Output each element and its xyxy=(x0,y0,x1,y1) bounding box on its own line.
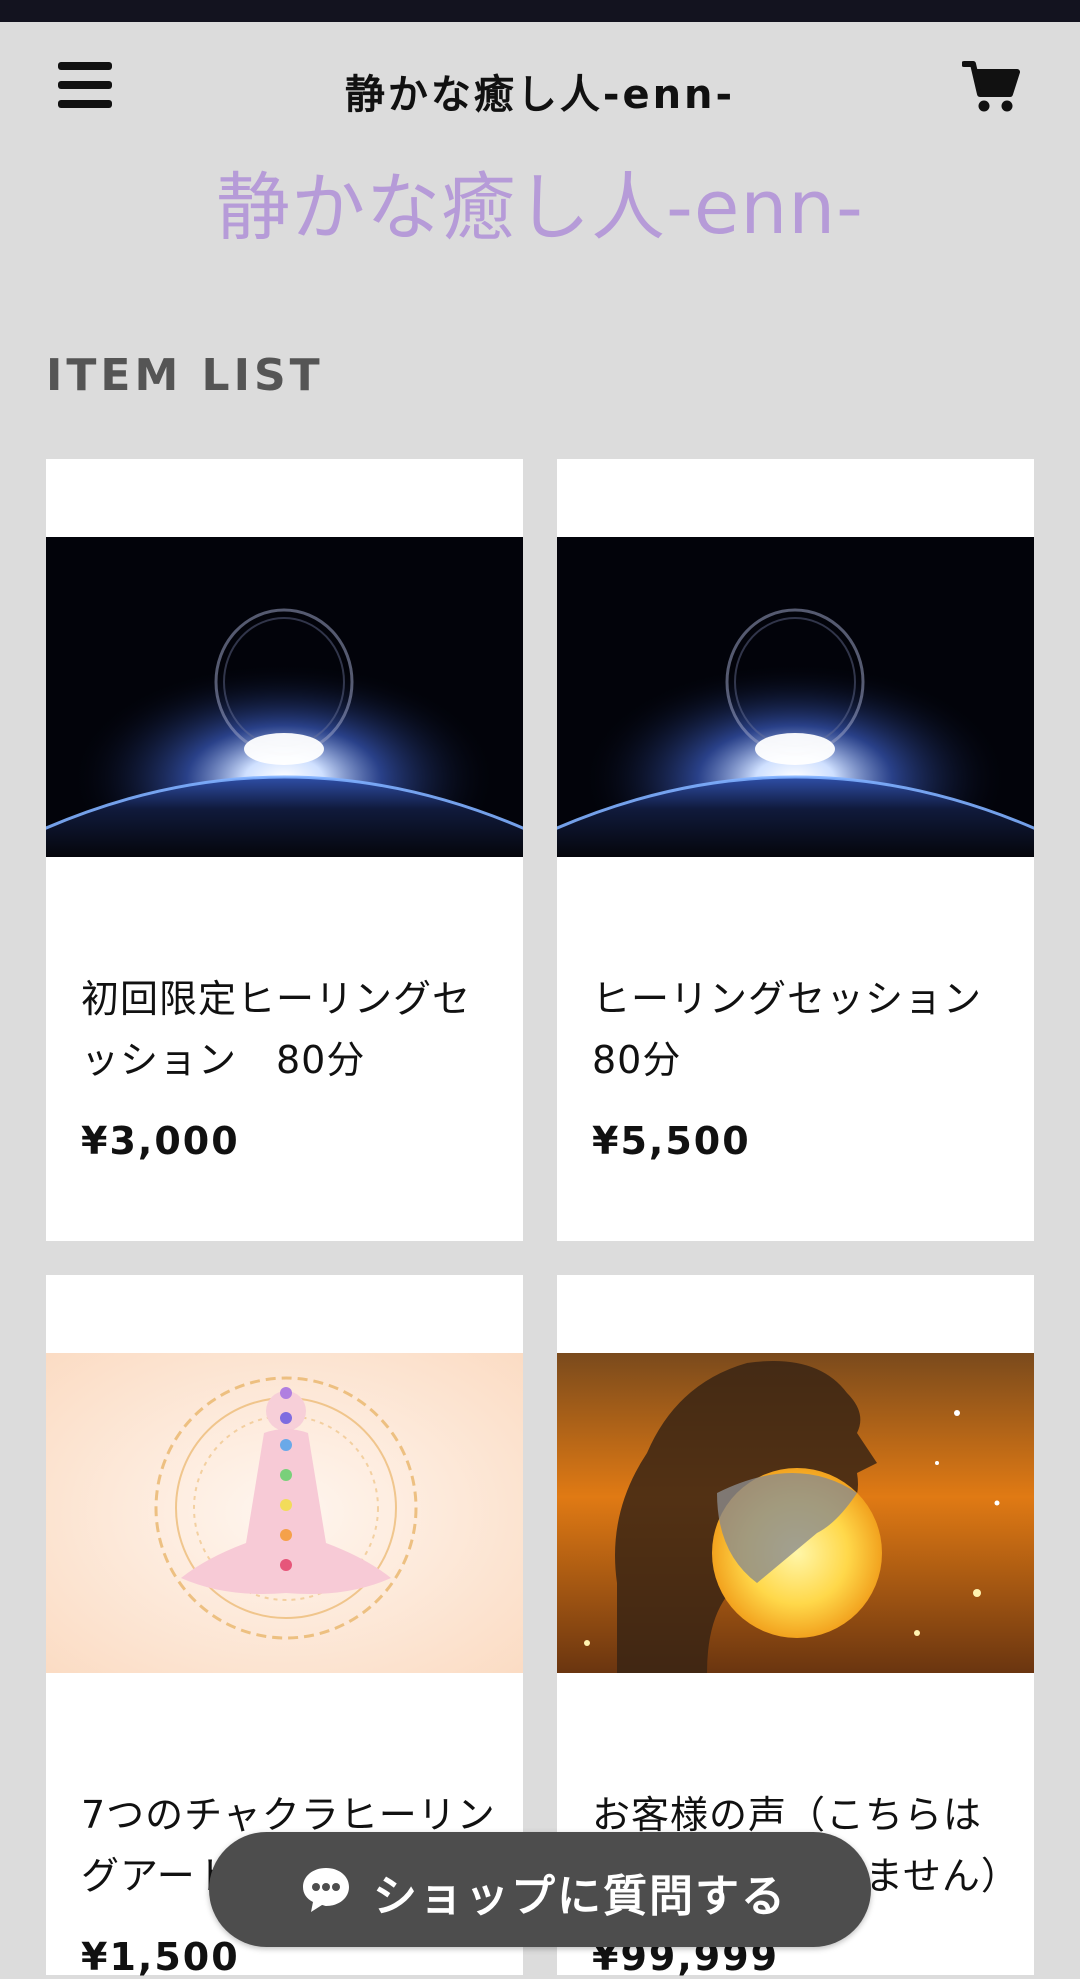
item-card[interactable]: ヒーリングセッション 80分 ¥5,500 xyxy=(557,459,1034,1241)
shop-title[interactable]: 静かな癒し人-enn- xyxy=(240,62,840,120)
item-price: ¥5,500 xyxy=(592,1119,751,1163)
menu-icon[interactable] xyxy=(58,62,112,108)
item-price: ¥1,500 xyxy=(81,1935,240,1979)
ask-shop-button[interactable]: ショップに質問する xyxy=(209,1832,871,1947)
item-name[interactable]: 初回限定ヒーリングセッション 80分 xyxy=(81,969,501,1091)
ask-shop-label: ショップに質問する xyxy=(373,1871,787,1922)
item-image-earth-sunrise[interactable] xyxy=(46,537,523,857)
item-card[interactable]: 初回限定ヒーリングセッション 80分 ¥3,000 xyxy=(46,459,523,1241)
item-image-sunset-silhouette[interactable] xyxy=(557,1353,1034,1673)
status-bar xyxy=(0,0,1080,22)
cart-icon[interactable] xyxy=(961,60,1020,114)
item-image-earth-sunrise[interactable] xyxy=(557,537,1034,857)
chat-bubble-icon xyxy=(301,1866,351,1914)
shop-logo[interactable]: 静かな癒し人-enn- xyxy=(0,148,1080,255)
site-header: 静かな癒し人-enn- xyxy=(0,22,1080,152)
item-name[interactable]: ヒーリングセッション 80分 xyxy=(592,969,1020,1091)
item-image-chakra-meditation[interactable] xyxy=(46,1353,523,1673)
item-price: ¥3,000 xyxy=(81,1119,240,1163)
section-title: ITEM LIST xyxy=(46,350,324,401)
